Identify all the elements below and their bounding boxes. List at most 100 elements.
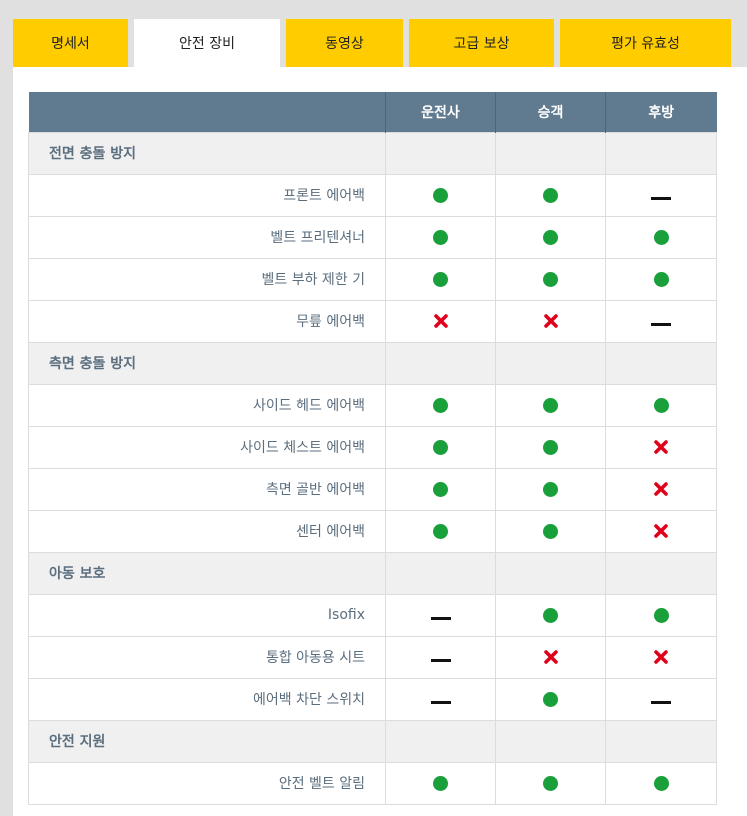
- table-row: Isofix: [28, 593, 717, 637]
- safety-panel: 운전사 승객 후방 전면 충돌 방지 프론트 에어백 벨트 프리텐셔너 벨트 부하 제…: [13, 67, 747, 816]
- section-cell: [605, 719, 717, 763]
- table-row: 에어백 차단 스위치: [28, 677, 717, 721]
- feature-value-cell: [385, 761, 496, 805]
- green-dot-icon: [433, 439, 448, 455]
- green-dot-icon: [543, 607, 558, 623]
- green-dot-icon: [433, 271, 448, 287]
- feature-label: 무릎 에어백: [28, 299, 386, 343]
- feature-value-cell: [495, 215, 606, 259]
- feature-label: 에어백 차단 스위치: [28, 677, 386, 721]
- feature-value-cell: [495, 467, 606, 511]
- table-row: 벨트 부하 제한 기: [28, 257, 717, 301]
- dash-icon: [651, 196, 671, 200]
- feature-value-cell: [385, 215, 496, 259]
- table-row: 센터 에어백: [28, 509, 717, 553]
- section-cell: [605, 551, 717, 595]
- tab-videos[interactable]: 동영상: [286, 19, 403, 67]
- red-cross-icon: [543, 313, 559, 329]
- header-empty: [28, 92, 386, 132]
- table-body: 전면 충돌 방지 프론트 에어백 벨트 프리텐셔너 벨트 부하 제한 기 무릎 에어백 측…: [28, 131, 717, 805]
- tab-rating-validity[interactable]: 평가 유효성: [560, 19, 731, 67]
- feature-value-cell: [605, 257, 717, 301]
- tab-bar: 명세서 안전 장비 동영상 고급 보상 평가 유효성: [0, 19, 747, 67]
- tab-safety-equipment[interactable]: 안전 장비: [134, 19, 280, 67]
- section-row: 측면 충돌 방지: [28, 341, 717, 385]
- feature-value-cell: [495, 383, 606, 427]
- green-dot-icon: [433, 775, 448, 791]
- dash-icon: [430, 700, 451, 704]
- feature-value-cell: [605, 299, 717, 343]
- feature-label: 사이드 헤드 에어백: [28, 383, 386, 427]
- header-driver: 운전사: [385, 92, 496, 132]
- green-dot-icon: [653, 229, 669, 245]
- dash-icon: [651, 700, 671, 704]
- red-cross-icon: [433, 313, 449, 329]
- tab-specs[interactable]: 명세서: [13, 19, 128, 67]
- green-dot-icon: [653, 397, 669, 413]
- feature-value-cell: [495, 173, 606, 217]
- green-dot-icon: [543, 229, 558, 245]
- green-dot-icon: [543, 691, 558, 707]
- green-dot-icon: [543, 775, 558, 791]
- feature-value-cell: [495, 761, 606, 805]
- section-row: 안전 지원: [28, 719, 717, 763]
- feature-value-cell: [385, 677, 496, 721]
- feature-label: Isofix: [28, 593, 386, 637]
- feature-value-cell: [385, 635, 496, 679]
- green-dot-icon: [543, 481, 558, 497]
- header-rear: 후방: [605, 92, 717, 132]
- feature-value-cell: [385, 257, 496, 301]
- feature-value-cell: [605, 383, 717, 427]
- section-cell: [385, 341, 496, 385]
- feature-value-cell: [605, 677, 717, 721]
- feature-value-cell: [495, 635, 606, 679]
- section-title: 측면 충돌 방지: [28, 341, 386, 385]
- table-row: 프론트 에어백: [28, 173, 717, 217]
- green-dot-icon: [543, 271, 558, 287]
- green-dot-icon: [433, 229, 448, 245]
- green-dot-icon: [433, 187, 448, 203]
- section-cell: [495, 131, 606, 175]
- feature-label: 프론트 에어백: [28, 173, 386, 217]
- feature-value-cell: [605, 215, 717, 259]
- feature-value-cell: [385, 467, 496, 511]
- feature-value-cell: [385, 173, 496, 217]
- dash-icon: [430, 658, 451, 662]
- tab-advanced-rewards[interactable]: 고급 보상: [409, 19, 554, 67]
- feature-value-cell: [495, 509, 606, 553]
- green-dot-icon: [543, 439, 558, 455]
- green-dot-icon: [653, 271, 669, 287]
- green-dot-icon: [433, 481, 448, 497]
- green-dot-icon: [543, 187, 558, 203]
- green-dot-icon: [543, 523, 558, 539]
- table-row: 측면 골반 에어백: [28, 467, 717, 511]
- table-header-row: 운전사 승객 후방: [28, 92, 717, 132]
- feature-value-cell: [385, 425, 496, 469]
- header-passenger: 승객: [495, 92, 606, 132]
- feature-value-cell: [495, 425, 606, 469]
- green-dot-icon: [433, 397, 448, 413]
- feature-label: 사이드 체스트 에어백: [28, 425, 386, 469]
- feature-value-cell: [495, 299, 606, 343]
- section-title: 안전 지원: [28, 719, 386, 763]
- feature-label: 벨트 프리텐셔너: [28, 215, 386, 259]
- section-cell: [495, 341, 606, 385]
- table-row: 벨트 프리텐셔너: [28, 215, 717, 259]
- green-dot-icon: [433, 523, 448, 539]
- section-cell: [495, 719, 606, 763]
- section-row: 아동 보호: [28, 551, 717, 595]
- feature-label: 센터 에어백: [28, 509, 386, 553]
- green-dot-icon: [653, 607, 669, 623]
- feature-value-cell: [495, 593, 606, 637]
- red-cross-icon: [653, 649, 669, 665]
- section-row: 전면 충돌 방지: [28, 131, 717, 175]
- section-cell: [605, 341, 717, 385]
- feature-value-cell: [605, 467, 717, 511]
- table-row: 통합 아동용 시트: [28, 635, 717, 679]
- red-cross-icon: [653, 523, 669, 539]
- table-row: 사이드 체스트 에어백: [28, 425, 717, 469]
- table-row: 무릎 에어백: [28, 299, 717, 343]
- section-cell: [385, 131, 496, 175]
- safety-equipment-table: 운전사 승객 후방 전면 충돌 방지 프론트 에어백 벨트 프리텐셔너 벨트 부하 제…: [28, 92, 717, 805]
- feature-value-cell: [495, 677, 606, 721]
